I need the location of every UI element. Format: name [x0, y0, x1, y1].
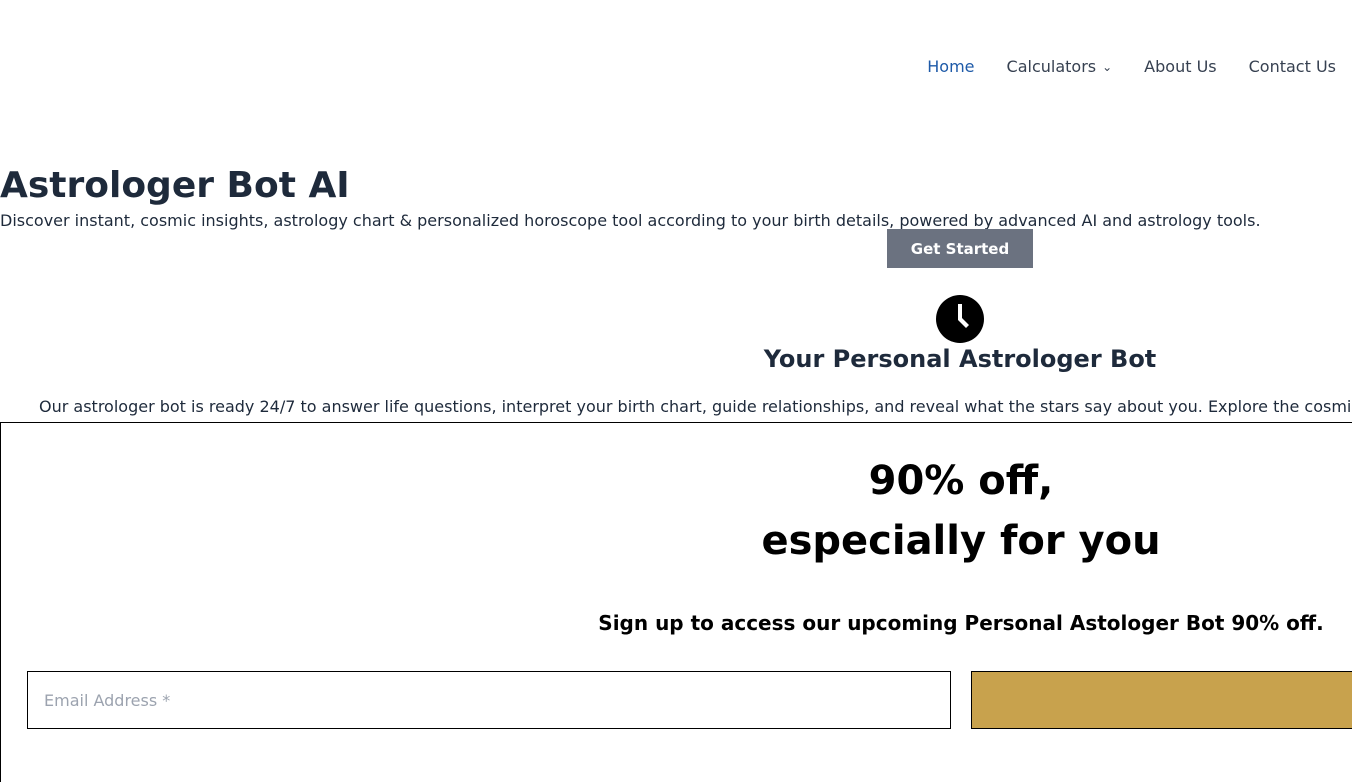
- feature-title: Your Personal Astrologer Bot: [763, 345, 1157, 373]
- feature-description: Our astrologer bot is ready 24/7 to answ…: [39, 397, 1352, 416]
- popup-subtitle: Sign up to access our upcoming Personal …: [598, 611, 1324, 635]
- chevron-down-icon: ⌄: [1102, 60, 1113, 74]
- email-field[interactable]: [27, 671, 951, 729]
- nav-item-contact-us[interactable]: Contact Us: [1249, 56, 1336, 79]
- main-nav: Home Calculators ⌄ About Us Contact Us: [927, 56, 1336, 79]
- signup-submit-button[interactable]: [971, 671, 1352, 729]
- popup-headline: 90% off, especially for you: [761, 451, 1160, 571]
- nav-item-about-us[interactable]: About Us: [1144, 56, 1216, 79]
- nav-item-home[interactable]: Home: [927, 56, 974, 79]
- page-title: Astrologer Bot AI: [0, 165, 350, 206]
- clock-icon: [936, 295, 984, 343]
- popup-headline-line1: 90% off,: [868, 458, 1054, 504]
- nav-item-calculators[interactable]: Calculators ⌄: [1007, 56, 1113, 79]
- signup-popup: 90% off, especially for you Sign up to a…: [0, 422, 1352, 782]
- popup-headline-line2: especially for you: [761, 518, 1161, 564]
- hero-subtitle: Discover instant, cosmic insights, astro…: [0, 211, 1261, 230]
- get-started-button[interactable]: Get Started: [887, 229, 1033, 268]
- nav-item-label: Calculators: [1006, 57, 1097, 76]
